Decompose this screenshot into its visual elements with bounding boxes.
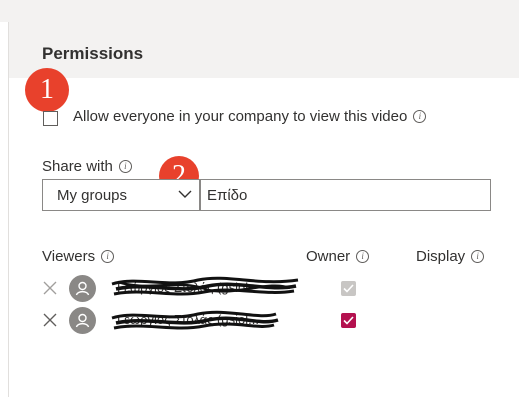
viewers-column-header: Viewers i — [42, 248, 115, 265]
allow-everyone-text: Allow everyone in your company to view t… — [73, 108, 408, 125]
avatar — [69, 307, 96, 334]
owner-column-header: Owner i — [306, 248, 370, 265]
person-icon — [75, 281, 90, 296]
checkmark-icon — [343, 316, 354, 325]
redaction-scribble — [111, 276, 299, 296]
allow-everyone-label: Allow everyone in your company to view t… — [73, 108, 427, 125]
panel-title: Permissions — [42, 44, 144, 63]
info-icon[interactable]: i — [471, 249, 485, 263]
viewers-header-text: Viewers — [42, 248, 96, 265]
permissions-panel: Permissions 1 Allow everyone in your com… — [8, 22, 519, 397]
info-icon[interactable]: i — [413, 109, 427, 123]
groups-dropdown[interactable]: My groups — [42, 179, 200, 211]
viewer-row: Γεώργιος Στολάς (gsiol... — [42, 274, 502, 304]
owner-checkbox[interactable] — [341, 313, 356, 328]
redaction-scribble — [111, 310, 279, 330]
panel-header: Permissions — [9, 22, 519, 78]
owner-checkbox[interactable] — [341, 281, 356, 296]
share-with-text: Share with — [42, 158, 113, 175]
avatar — [69, 275, 96, 302]
callout-number-1: 1 — [25, 68, 69, 112]
person-icon — [75, 313, 90, 328]
groups-dropdown-value: My groups — [57, 187, 128, 204]
info-icon[interactable]: i — [101, 249, 115, 263]
info-icon[interactable]: i — [118, 159, 132, 173]
viewer-row: Γεώργιος Στολάς (gsiol... — [42, 306, 502, 336]
checkmark-icon — [343, 284, 354, 293]
chevron-down-icon — [178, 190, 192, 198]
group-search-input[interactable] — [200, 179, 491, 211]
owner-header-text: Owner — [306, 248, 351, 265]
close-icon[interactable] — [42, 312, 58, 328]
share-with-label: Share with i — [42, 158, 132, 175]
display-header-text: Display — [416, 248, 466, 265]
close-icon[interactable] — [42, 280, 58, 296]
window-top-edge — [0, 0, 519, 22]
display-column-header: Display i — [416, 248, 485, 265]
allow-everyone-checkbox[interactable] — [43, 111, 58, 126]
info-icon[interactable]: i — [356, 249, 370, 263]
